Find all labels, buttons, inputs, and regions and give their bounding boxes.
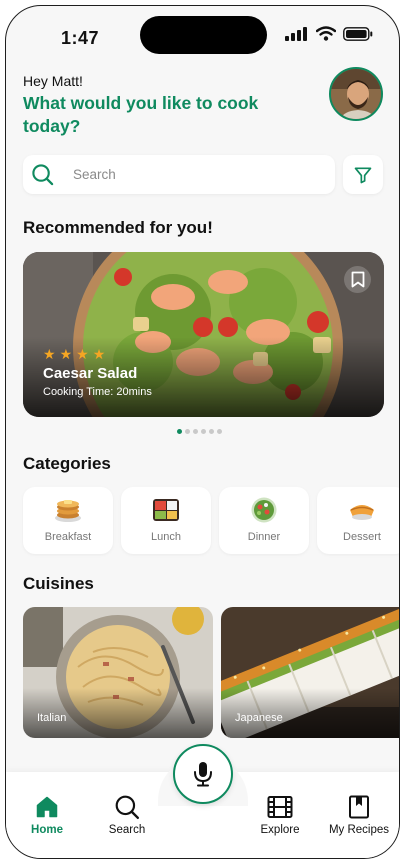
bento-box-icon (153, 499, 179, 521)
nav-explore[interactable]: Explore (240, 794, 320, 836)
signal-icon (285, 26, 307, 41)
category-label: Lunch (151, 531, 181, 543)
carousel-dot[interactable] (177, 429, 182, 434)
filter-icon (354, 167, 372, 183)
star-icon: ★ (76, 346, 89, 362)
page-headline: What would you like to cook today? (23, 93, 259, 136)
cuisine-label: Japanese (235, 712, 283, 724)
carousel-dot[interactable] (193, 429, 198, 434)
cuisine-japanese[interactable]: Japanese (221, 607, 399, 738)
star-icon: ★ (59, 346, 73, 362)
category-breakfast[interactable]: Breakfast (23, 487, 113, 554)
wifi-icon (316, 26, 336, 41)
bookmark-icon (351, 271, 364, 288)
carousel-dot[interactable] (209, 429, 214, 434)
dynamic-island (140, 16, 267, 54)
category-lunch[interactable]: Lunch (121, 487, 211, 554)
search-icon (32, 164, 54, 186)
recommended-card[interactable]: ★ ★ ★ ★ Caesar Salad Cooking Time: 20mins (23, 252, 384, 417)
status-bar: 1:47 (6, 6, 399, 62)
search-bar[interactable] (23, 155, 335, 194)
carousel-dots (177, 429, 222, 434)
category-dinner[interactable]: Dinner (219, 487, 309, 554)
category-label: Dinner (247, 531, 281, 543)
filter-button[interactable] (343, 155, 383, 194)
status-icons (285, 26, 373, 41)
cooking-time: Cooking Time: 20mins (43, 386, 152, 398)
status-time: 1:47 (61, 28, 100, 48)
film-icon (267, 796, 293, 818)
nav-label: Home (31, 824, 63, 836)
recommended-title: Recommended for you! (23, 218, 213, 237)
carousel-dot[interactable] (201, 429, 206, 434)
salad-bowl-icon (251, 497, 277, 523)
bookmark-button[interactable] (344, 266, 371, 293)
nav-search[interactable]: Search (87, 794, 167, 836)
carousel-dot[interactable] (185, 429, 190, 434)
user-photo (331, 69, 381, 119)
cuisines-title: Cuisines (23, 574, 94, 593)
categories-title: Categories (23, 454, 111, 473)
battery-icon (343, 26, 373, 41)
star-icon: ★ (92, 346, 106, 362)
cuisine-label: Italian (37, 712, 67, 724)
nav-label: Explore (260, 824, 300, 836)
phone-frame: 1:47 Hey Matt! What would you like to co… (5, 5, 400, 859)
search-input[interactable] (73, 163, 313, 185)
greeting-text: Hey Matt! (23, 73, 83, 89)
category-label: Dessert (343, 531, 381, 543)
search-icon (115, 795, 140, 820)
voice-search-button[interactable] (173, 744, 233, 804)
nav-home[interactable]: Home (7, 794, 87, 836)
pancakes-icon (55, 500, 81, 522)
nav-my-recipes[interactable]: My Recipes (319, 794, 399, 836)
category-label: Breakfast (44, 531, 92, 543)
recipe-name: Caesar Salad (43, 365, 138, 382)
microphone-icon (194, 762, 212, 787)
categories-row: Breakfast Lunch Dinner Dessert (23, 487, 399, 554)
rating-stars: ★ ★ ★ ★ (43, 347, 105, 361)
cuisine-italian[interactable]: Italian (23, 607, 213, 738)
nav-label: Search (108, 824, 146, 836)
home-icon (36, 796, 58, 818)
star-icon: ★ (43, 346, 56, 362)
carousel-dot[interactable] (217, 429, 222, 434)
avatar[interactable] (329, 67, 383, 121)
nav-label: My Recipes (328, 824, 390, 836)
category-dessert[interactable]: Dessert (317, 487, 399, 554)
bookmark-book-icon (349, 795, 369, 819)
pie-icon (350, 505, 374, 520)
